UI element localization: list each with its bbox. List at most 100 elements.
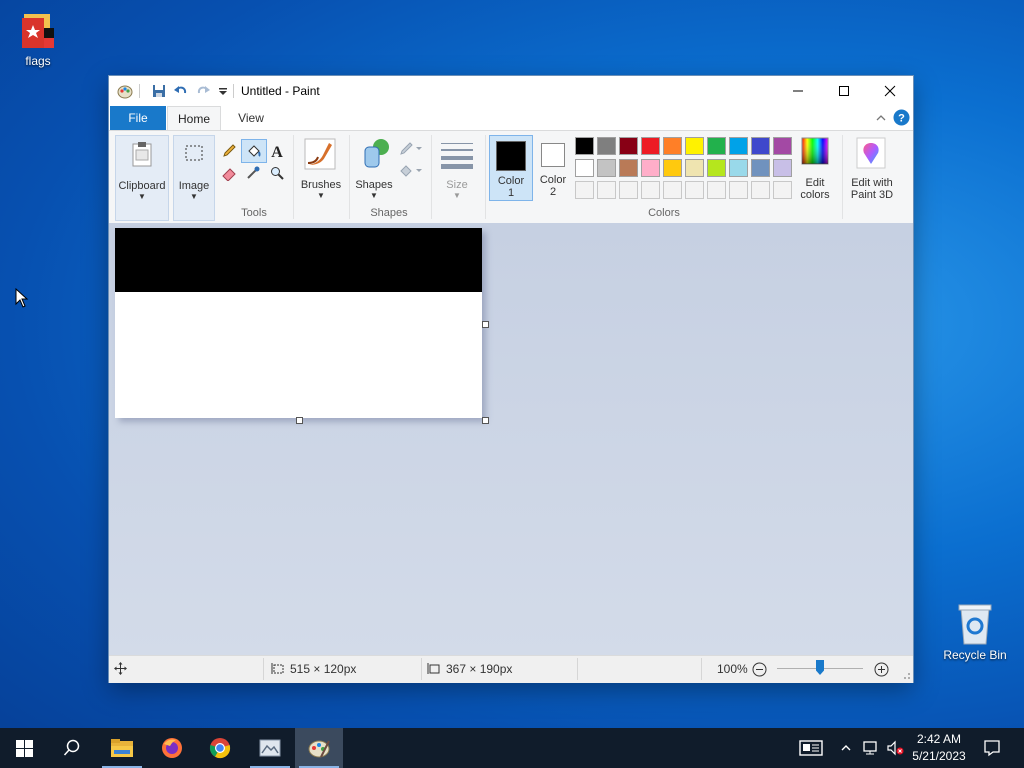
zoom-slider-thumb[interactable] xyxy=(816,660,824,675)
palette-swatch[interactable] xyxy=(575,137,594,155)
desktop-icon-flags[interactable]: flags xyxy=(0,10,76,68)
ribbon-separator xyxy=(431,135,432,219)
tab-file[interactable]: File xyxy=(110,106,166,130)
palette-swatch[interactable] xyxy=(575,159,594,177)
canvas-area[interactable] xyxy=(109,223,913,655)
show-hidden-icons-button[interactable] xyxy=(836,728,856,768)
palette-swatch[interactable] xyxy=(773,137,792,155)
color1-button[interactable]: Color 1 xyxy=(489,135,533,201)
tools-group-label: Tools xyxy=(241,207,267,219)
palette-swatch[interactable] xyxy=(685,159,704,177)
edit-with-paint3d-button[interactable]: Edit with Paint 3D xyxy=(845,135,899,205)
brushes-button[interactable]: Brushes ▼ xyxy=(297,135,345,205)
custom-color-slot[interactable] xyxy=(575,181,594,199)
drawing-canvas[interactable] xyxy=(115,228,482,418)
resize-handle-bottom[interactable] xyxy=(296,417,303,424)
custom-color-slot[interactable] xyxy=(751,181,770,199)
palette-swatch[interactable] xyxy=(663,159,682,177)
palette-swatch[interactable] xyxy=(619,159,638,177)
customize-quick-access-icon[interactable] xyxy=(215,83,231,99)
desktop-icon-recycle-bin[interactable]: Recycle Bin xyxy=(937,602,1013,662)
custom-color-slot[interactable] xyxy=(619,181,638,199)
outline-dropdown[interactable] xyxy=(397,139,425,159)
close-button[interactable] xyxy=(867,76,913,106)
fill-dropdown[interactable] xyxy=(397,161,425,181)
image-button[interactable]: Image ▼ xyxy=(173,135,215,221)
zoom-in-icon[interactable] xyxy=(874,662,889,677)
custom-color-slot[interactable] xyxy=(773,181,792,199)
custom-color-slot[interactable] xyxy=(685,181,704,199)
taskbar-photo-app[interactable] xyxy=(246,728,294,768)
palette-swatch[interactable] xyxy=(751,159,770,177)
resize-grip-icon[interactable] xyxy=(901,670,911,680)
shapes-button[interactable]: Shapes ▼ xyxy=(353,135,395,205)
size-button[interactable]: Size ▼ xyxy=(437,135,477,205)
fill-tool[interactable] xyxy=(241,139,267,163)
custom-color-slot[interactable] xyxy=(663,181,682,199)
chevron-down-icon: ▼ xyxy=(190,192,198,201)
pencil-tool[interactable] xyxy=(219,141,239,161)
selection-size: 515 × 120px xyxy=(290,662,357,676)
eraser-tool[interactable] xyxy=(219,163,239,183)
pencil-icon xyxy=(223,144,236,157)
palette-swatch[interactable] xyxy=(707,159,726,177)
text-tool[interactable]: A xyxy=(267,141,287,161)
windows-logo-icon xyxy=(15,739,33,757)
palette-swatch[interactable] xyxy=(729,137,748,155)
custom-color-slot[interactable] xyxy=(707,181,726,199)
search-button[interactable] xyxy=(48,728,96,768)
clock[interactable]: 2:42 AM 5/21/2023 xyxy=(906,731,972,765)
network-button[interactable] xyxy=(860,728,882,768)
palette-swatch[interactable] xyxy=(663,137,682,155)
status-separator xyxy=(421,658,422,680)
maximize-button[interactable] xyxy=(821,76,867,106)
resize-handle-right[interactable] xyxy=(482,321,489,328)
palette-swatch[interactable] xyxy=(773,159,792,177)
ribbon-separator xyxy=(842,135,843,219)
color2-swatch xyxy=(541,143,565,167)
color-picker-tool[interactable] xyxy=(243,163,263,183)
start-button[interactable] xyxy=(0,728,48,768)
collapse-ribbon-icon[interactable] xyxy=(875,113,887,123)
palette-swatch[interactable] xyxy=(641,159,660,177)
custom-color-slot[interactable] xyxy=(597,181,616,199)
recycle-bin-icon xyxy=(958,604,992,645)
paint3d-label-2: Paint 3D xyxy=(850,189,894,201)
palette-swatch[interactable] xyxy=(707,137,726,155)
tab-home[interactable]: Home xyxy=(167,106,221,131)
palette-swatch[interactable] xyxy=(751,137,770,155)
magnifier-tool[interactable] xyxy=(267,163,287,183)
cursor-position-icon xyxy=(114,662,127,675)
edit-colors-button[interactable]: Edit colors xyxy=(793,135,837,205)
taskbar-file-explorer[interactable] xyxy=(98,728,146,768)
palette-swatch[interactable] xyxy=(597,137,616,155)
zoom-level: 100% xyxy=(717,662,748,676)
save-icon[interactable] xyxy=(151,83,167,99)
paint-app-icon[interactable] xyxy=(117,83,133,99)
taskbar-paint[interactable] xyxy=(295,728,343,768)
palette-swatch[interactable] xyxy=(619,137,638,155)
palette-swatch[interactable] xyxy=(729,159,748,177)
volume-button[interactable] xyxy=(884,728,906,768)
desktop-icon-label: Recycle Bin xyxy=(943,648,1007,662)
redo-icon[interactable] xyxy=(195,83,211,99)
resize-handle-corner[interactable] xyxy=(482,417,489,424)
notifications-button[interactable] xyxy=(978,728,1006,768)
color2-button[interactable]: Color 2 xyxy=(533,135,573,199)
custom-color-slot[interactable] xyxy=(641,181,660,199)
taskbar-firefox[interactable] xyxy=(148,728,196,768)
undo-icon[interactable] xyxy=(173,83,189,99)
minimize-button[interactable] xyxy=(775,76,821,106)
taskbar-chrome[interactable] xyxy=(196,728,244,768)
zoom-out-icon[interactable] xyxy=(752,662,767,677)
help-icon[interactable]: ? xyxy=(893,109,910,126)
palette-swatch[interactable] xyxy=(685,137,704,155)
news-widget-button[interactable] xyxy=(796,728,826,768)
network-icon xyxy=(863,741,877,755)
palette-swatch[interactable] xyxy=(597,159,616,177)
clipboard-button[interactable]: Clipboard ▼ xyxy=(115,135,169,221)
custom-color-slot[interactable] xyxy=(729,181,748,199)
palette-swatch[interactable] xyxy=(641,137,660,155)
black-band xyxy=(115,228,482,292)
tab-view[interactable]: View xyxy=(225,106,277,130)
